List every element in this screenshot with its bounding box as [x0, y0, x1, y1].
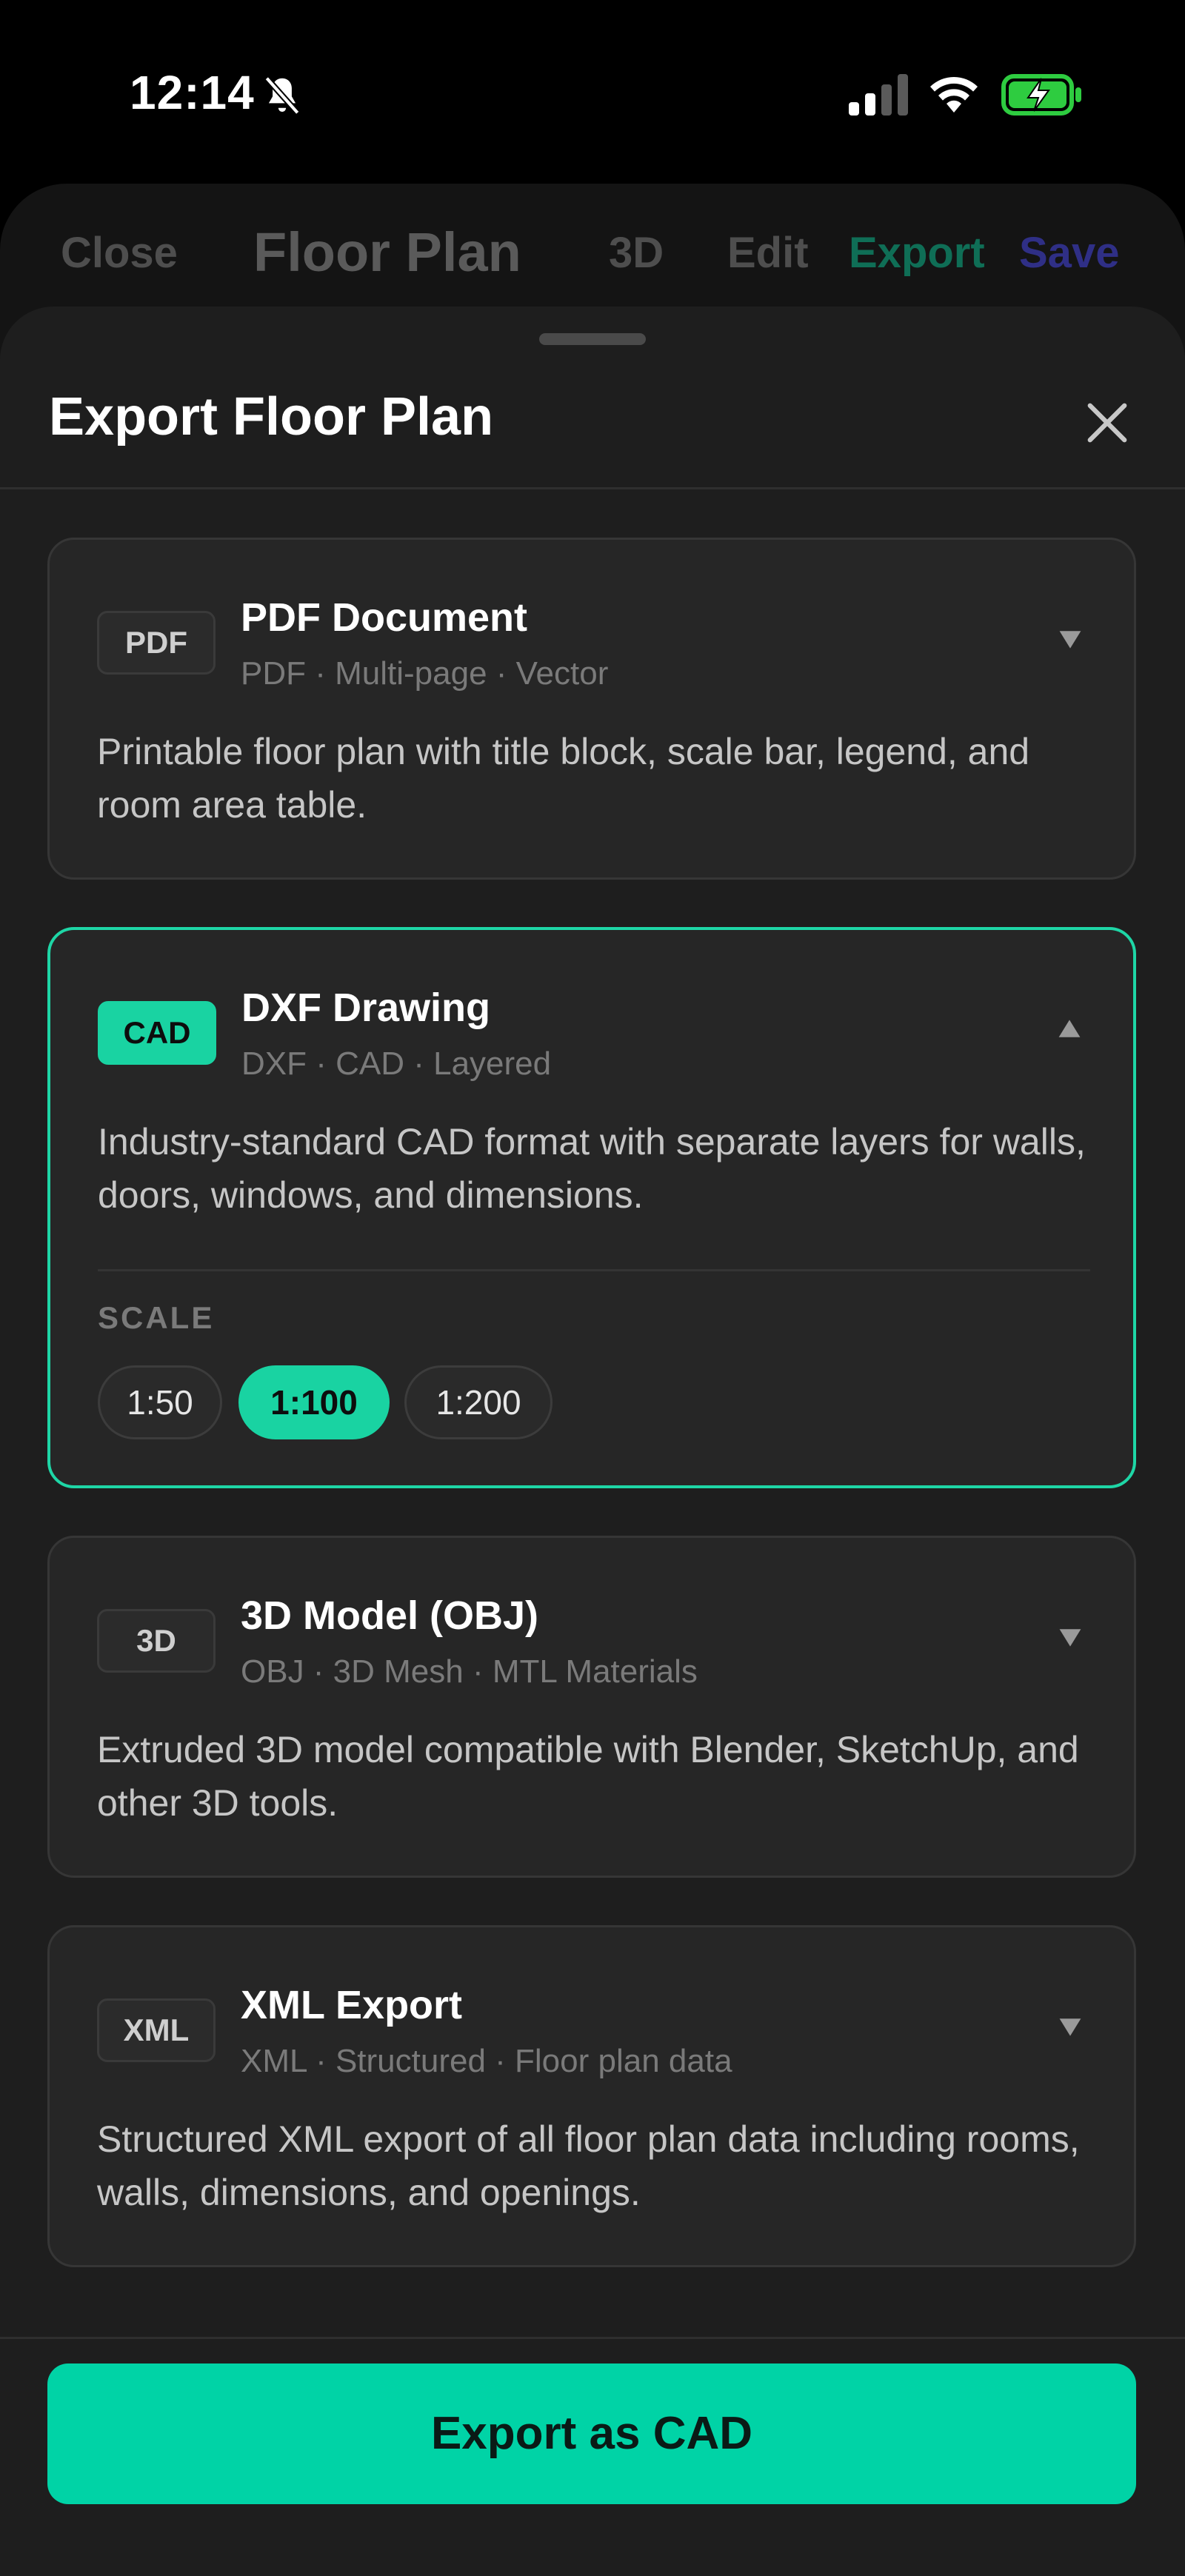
format-description: Printable floor plan with title block, s… [97, 731, 1030, 826]
sheet-title: Export Floor Plan [49, 387, 494, 446]
bell-muted-icon [264, 76, 300, 115]
chevron-down-icon[interactable] [1057, 1624, 1084, 1650]
chevron-down-icon[interactable] [1057, 2013, 1084, 2040]
status-time: 12:14 [130, 66, 255, 119]
format-badge: 3D [97, 1609, 216, 1673]
close-button-background: Close [61, 229, 178, 277]
scale-option-1-200[interactable]: 1:200 [404, 1365, 553, 1439]
scale-option-1-100[interactable]: 1:100 [238, 1365, 390, 1439]
export-sheet: Export Floor Plan PDF PDF Document PDF ·… [0, 307, 1185, 2576]
format-badge: XML [97, 1998, 216, 2062]
3d-button-background: 3D [609, 229, 664, 277]
format-card-xml[interactable]: XML XML Export XML · Structured · Floor … [47, 1925, 1136, 2267]
format-description: Structured XML export of all floor plan … [97, 2118, 1080, 2213]
status-bar: 12:14 [0, 0, 1185, 185]
close-icon[interactable] [1084, 400, 1130, 446]
battery-charging-icon [1001, 74, 1081, 116]
scale-option-1-50[interactable]: 1:50 [98, 1365, 222, 1439]
format-meta: XML · Structured · Floor plan data [241, 2043, 732, 2079]
format-description: Extruded 3D model compatible with Blende… [97, 1729, 1079, 1824]
format-badge: PDF [97, 611, 216, 675]
cellular-signal-icon [849, 74, 908, 116]
format-title: DXF Drawing [241, 986, 491, 1030]
edit-button-background: Edit [727, 229, 809, 277]
format-title: XML Export [241, 1983, 463, 2027]
footer-divider [0, 2337, 1185, 2339]
format-meta: OBJ · 3D Mesh · MTL Materials [241, 1653, 698, 1690]
format-title: 3D Model (OBJ) [241, 1593, 539, 1638]
wifi-icon [930, 77, 978, 113]
format-card-pdf[interactable]: PDF PDF Document PDF · Multi-page · Vect… [47, 538, 1136, 880]
chevron-down-icon[interactable] [1057, 626, 1084, 652]
card-divider [98, 1269, 1090, 1271]
export-button-background: Export [849, 229, 985, 277]
format-meta: DXF · CAD · Layered [241, 1046, 552, 1082]
export-as-cad-button[interactable]: Export as CAD [47, 2363, 1136, 2504]
format-card-dxf[interactable]: CAD DXF Drawing DXF · CAD · Layered Indu… [47, 927, 1136, 1488]
format-badge: CAD [98, 1001, 216, 1065]
sheet-grabber[interactable] [539, 333, 646, 345]
format-description: Industry-standard CAD format with separa… [98, 1121, 1086, 1216]
sheet-header-divider [0, 487, 1185, 489]
chevron-up-icon[interactable] [1056, 1016, 1083, 1043]
format-title: PDF Document [241, 595, 528, 640]
format-meta: PDF · Multi-page · Vector [241, 655, 609, 692]
background-page-title: Floor Plan [253, 221, 521, 283]
scale-label: SCALE [98, 1300, 215, 1335]
save-button-background: Save [1019, 229, 1120, 277]
format-card-obj[interactable]: 3D 3D Model (OBJ) OBJ · 3D Mesh · MTL Ma… [47, 1536, 1136, 1878]
